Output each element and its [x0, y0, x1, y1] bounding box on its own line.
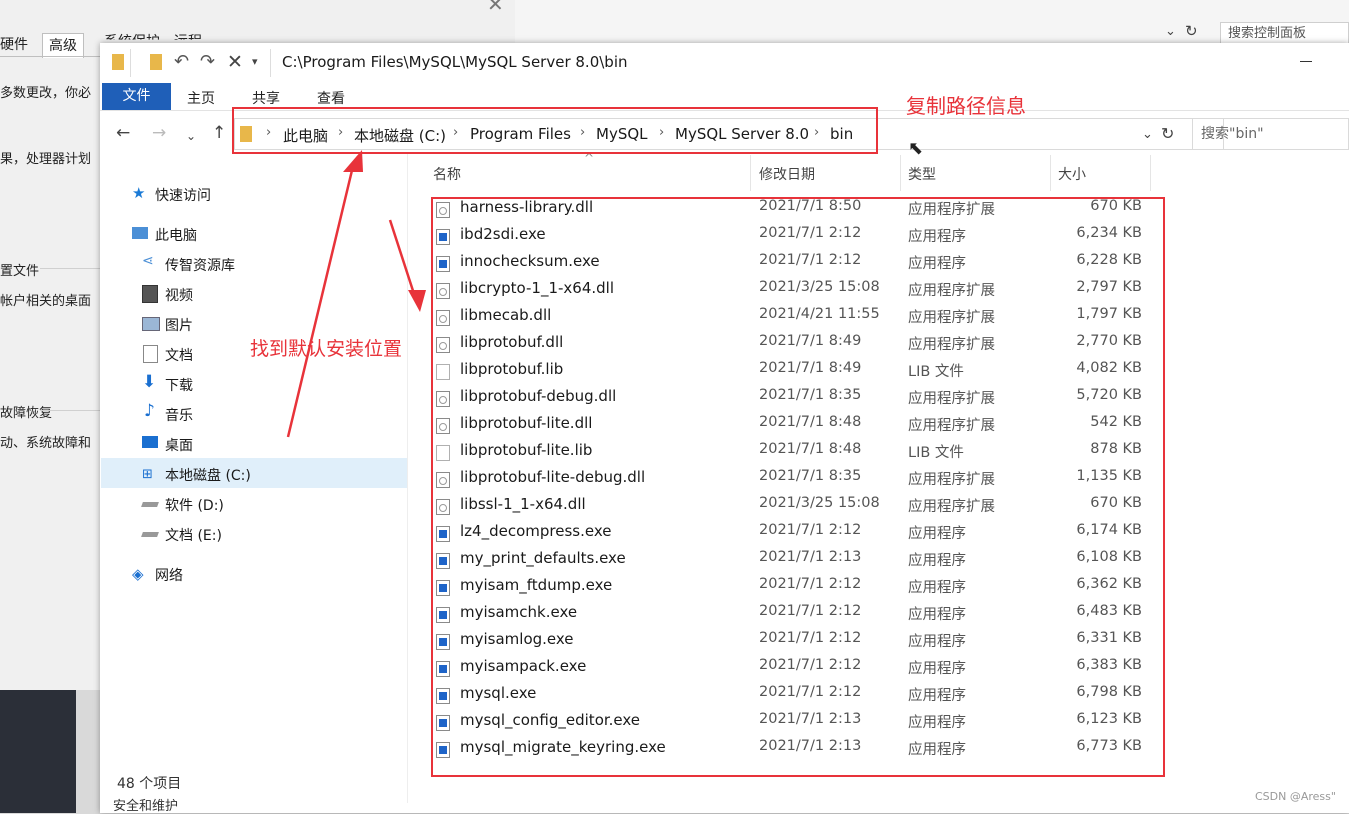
annotation-arrow-down: [388, 219, 418, 301]
annotation-arrows: [286, 150, 426, 438]
arrow-head-icon: [343, 150, 363, 172]
annotation-arrow-up: [286, 161, 356, 438]
arrow-head-icon: [408, 290, 426, 312]
watermark: CSDN @Aress": [1255, 790, 1336, 803]
